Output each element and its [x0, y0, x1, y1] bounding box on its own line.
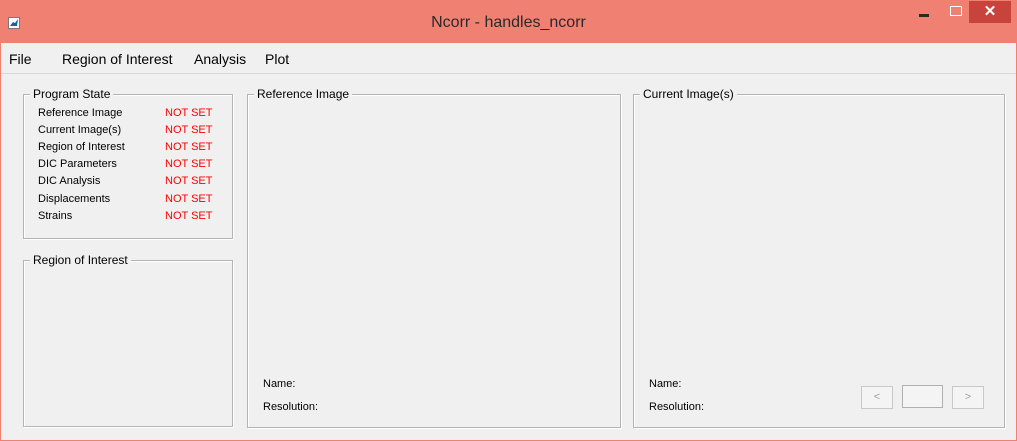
minimize-button[interactable]: [911, 1, 937, 25]
state-label-dic-parameters: DIC Parameters: [38, 158, 117, 170]
state-label-current-images: Current Image(s): [38, 124, 122, 136]
state-status-reference-image: NOT SET: [165, 107, 213, 119]
next-image-button[interactable]: >: [952, 386, 984, 409]
state-label-region-of-interest: Region of Interest: [38, 141, 125, 153]
maximize-button[interactable]: [943, 1, 969, 25]
current-name-label: Name:: [649, 378, 682, 390]
menu-region-of-interest[interactable]: Region of Interest: [62, 51, 173, 67]
state-label-displacements: Displacements: [38, 193, 111, 205]
previous-image-button[interactable]: <: [861, 386, 893, 409]
region-of-interest-panel: Region of Interest: [23, 253, 233, 427]
program-state-panel: Program State Reference Image NOT SET Cu…: [23, 87, 233, 239]
menu-plot[interactable]: Plot: [265, 51, 289, 67]
state-status-displacements: NOT SET: [165, 193, 213, 205]
image-index-field[interactable]: [902, 385, 943, 408]
program-state-title: Program State: [30, 87, 114, 101]
current-resolution-label: Resolution:: [649, 401, 705, 413]
title-bar[interactable]: Ncorr - handles_ncorr ✕: [1, 1, 1016, 43]
state-status-dic-parameters: NOT SET: [165, 158, 213, 170]
current-images-title: Current Image(s): [640, 87, 737, 101]
reference-image-title: Reference Image: [254, 87, 353, 101]
close-button[interactable]: ✕: [969, 1, 1011, 23]
reference-name-label: Name:: [263, 378, 296, 390]
region-of-interest-title: Region of Interest: [30, 253, 131, 267]
state-label-strains: Strains: [38, 210, 73, 222]
state-label-reference-image: Reference Image: [38, 107, 123, 119]
state-status-current-images: NOT SET: [165, 124, 213, 136]
reference-image-panel: Reference Image Name: Resolution:: [247, 87, 621, 428]
current-images-panel: Current Image(s) Name: Resolution: < >: [633, 87, 1005, 428]
window-title: Ncorr - handles_ncorr: [431, 14, 586, 31]
state-status-strains: NOT SET: [165, 210, 213, 222]
state-label-dic-analysis: DIC Analysis: [38, 175, 101, 187]
menu-file[interactable]: File: [9, 51, 32, 67]
state-status-dic-analysis: NOT SET: [165, 175, 213, 187]
state-status-region-of-interest: NOT SET: [165, 141, 213, 153]
reference-resolution-label: Resolution:: [263, 401, 319, 413]
menu-bar: File Region of Interest Analysis Plot: [1, 43, 1016, 74]
app-window: Ncorr - handles_ncorr ✕ File Region of I…: [0, 0, 1017, 441]
menu-analysis[interactable]: Analysis: [194, 51, 246, 67]
